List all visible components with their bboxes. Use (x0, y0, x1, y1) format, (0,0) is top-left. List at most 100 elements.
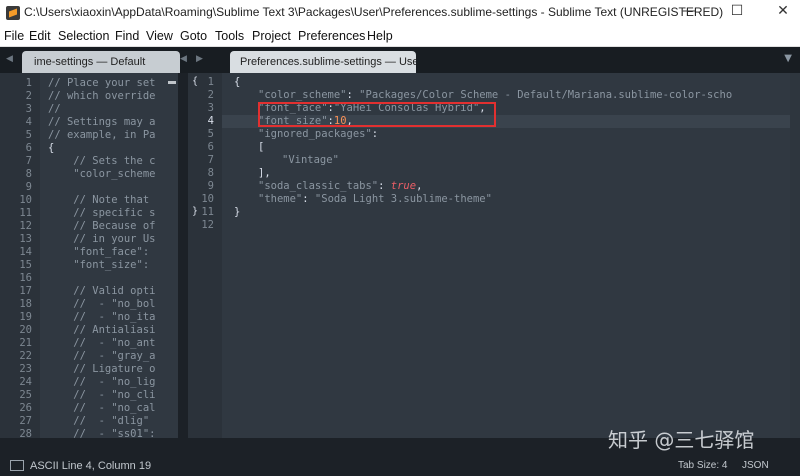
code-line[interactable]: // Place your set (48, 77, 155, 89)
code-line[interactable]: // example, in Pa (48, 129, 155, 141)
line-number: 20 (19, 324, 32, 336)
line-number: 16 (19, 272, 32, 284)
code-line-8[interactable]: ], (258, 167, 271, 179)
code-line[interactable]: { (48, 142, 54, 154)
menu-find[interactable]: Find (115, 29, 139, 43)
code-line[interactable]: "font_face": (48, 246, 149, 258)
line-number: 3 (207, 102, 214, 114)
code-line[interactable]: // in your Us (48, 233, 155, 245)
tab-user-settings[interactable]: Preferences.sublime-settings — User (230, 51, 416, 73)
line-number: 12 (19, 220, 32, 232)
left-editor-pane[interactable]: 1 // Place your set 2 // which override 3 // 4… (0, 73, 178, 438)
tab-scroll-left-icon[interactable]: ◀ (6, 54, 13, 64)
code-line[interactable]: // (48, 103, 61, 115)
vertical-scrollbar[interactable] (790, 73, 800, 438)
line-number: 7 (25, 155, 32, 167)
code-line[interactable]: // which override (48, 90, 155, 102)
code-line-2[interactable]: "color_scheme": "Packages/Color Scheme -… (258, 89, 732, 101)
menu-preferences[interactable]: Preferences (298, 29, 365, 43)
pane-splitter[interactable] (178, 73, 188, 438)
tab-scroll-left-icon-2[interactable]: ◀ (180, 54, 187, 64)
tab-scroll-right-icon[interactable]: ▶ (196, 54, 203, 64)
sublime-app-icon (6, 6, 20, 20)
line-number: 8 (25, 168, 32, 180)
line-number: 5 (25, 129, 32, 141)
menu-selection[interactable]: Selection (58, 29, 109, 43)
maximize-button[interactable]: ☐ (724, 2, 750, 22)
menu-edit[interactable]: Edit (29, 29, 51, 43)
code-line[interactable]: // Because of (48, 220, 155, 232)
code-line-9[interactable]: "soda_classic_tabs": true, (258, 180, 422, 192)
code-line-1[interactable]: { (234, 76, 240, 88)
menu-project[interactable]: Project (252, 29, 291, 43)
tab-default-settings[interactable]: ime-settings — Default (22, 51, 180, 73)
line-number: 9 (25, 181, 32, 193)
code-line[interactable]: // - "no_lig (48, 376, 155, 388)
line-number: 11 (19, 207, 32, 219)
window-title: C:\Users\xiaoxin\AppData\Roaming\Sublime… (24, 5, 724, 19)
code-line-6[interactable]: [ (258, 141, 264, 153)
menu-file[interactable]: File (4, 29, 24, 43)
line-number: 2 (207, 89, 214, 101)
code-line[interactable]: // - "no_cal (48, 402, 155, 414)
scroll-marker (168, 81, 176, 84)
status-position: ASCII Line 4, Column 19 (30, 460, 152, 472)
line-number: 22 (19, 350, 32, 362)
code-line[interactable]: // specific s (48, 207, 155, 219)
line-number: 10 (201, 193, 214, 205)
title-bar: C:\Users\xiaoxin\AppData\Roaming\Sublime… (0, 0, 800, 28)
line-number: 23 (19, 363, 32, 375)
panel-toggle-icon[interactable] (10, 460, 24, 471)
code-line[interactable]: // - "no_bol (48, 298, 155, 310)
line-number: 4 (207, 115, 214, 127)
code-line[interactable]: // - "no_cli (48, 389, 155, 401)
code-line[interactable]: "font_size": (48, 259, 149, 271)
close-button[interactable]: ✕ (770, 2, 796, 22)
line-number: 17 (19, 285, 32, 297)
line-number: 7 (207, 154, 214, 166)
line-number: 12 (201, 219, 214, 231)
menu-goto[interactable]: Goto (180, 29, 207, 43)
code-line[interactable]: // Note that (48, 194, 149, 206)
line-number: 9 (207, 180, 214, 192)
tab-list-menu-icon[interactable]: ▼ (784, 53, 792, 64)
code-line[interactable]: // - "gray_a (48, 350, 155, 362)
line-number: 18 (19, 298, 32, 310)
line-number: 8 (207, 167, 214, 179)
line-number: 27 (19, 415, 32, 427)
code-line[interactable]: // - "ss01": (48, 428, 155, 438)
menu-tools[interactable]: Tools (215, 29, 244, 43)
tab-size-indicator[interactable]: Tab Size: 4 (678, 460, 727, 471)
code-line-5[interactable]: "ignored_packages": (258, 128, 378, 140)
code-line[interactable]: // - "no_ant (48, 337, 155, 349)
code-line[interactable]: // Antialiasi (48, 324, 155, 336)
annotation-red-box (258, 102, 496, 127)
code-line[interactable]: // Valid opti (48, 285, 155, 297)
tab-bar: ◀ ime-settings — Default ◀ ▶ Preferences… (0, 47, 800, 73)
menu-view[interactable]: View (146, 29, 173, 43)
fold-open-icon[interactable]: { (192, 76, 198, 87)
watermark: 知乎 @三七驿馆 (608, 428, 755, 452)
code-line[interactable]: // - "dlig" (48, 415, 149, 427)
right-editor-pane[interactable]: 1 2 3 4 5 6 7 8 9 10 11 12 { } { "color_scheme": "P… (188, 73, 800, 438)
syntax-indicator[interactable]: JSON (742, 460, 769, 471)
menu-help[interactable]: Help (367, 29, 393, 43)
code-line-11[interactable]: } (234, 206, 240, 218)
line-number: 4 (25, 116, 32, 128)
line-number: 2 (25, 90, 32, 102)
line-number: 24 (19, 376, 32, 388)
fold-close-icon[interactable]: } (192, 206, 198, 217)
line-number: 21 (19, 337, 32, 349)
code-line[interactable]: // Settings may a (48, 116, 155, 128)
code-line[interactable]: // Sets the c (48, 155, 155, 167)
line-number: 28 (19, 428, 32, 438)
code-line[interactable]: "color_scheme (48, 168, 155, 180)
line-number: 5 (207, 128, 214, 140)
code-line-10[interactable]: "theme": "Soda Light 3.sublime-theme" (258, 193, 492, 205)
minimize-button[interactable]: — (676, 2, 702, 22)
code-line[interactable]: // - "no_ita (48, 311, 155, 323)
code-line-7[interactable]: "Vintage" (282, 154, 339, 166)
line-number: 1 (25, 77, 32, 89)
code-line[interactable]: // Ligature o (48, 363, 155, 375)
line-number: 15 (19, 259, 32, 271)
